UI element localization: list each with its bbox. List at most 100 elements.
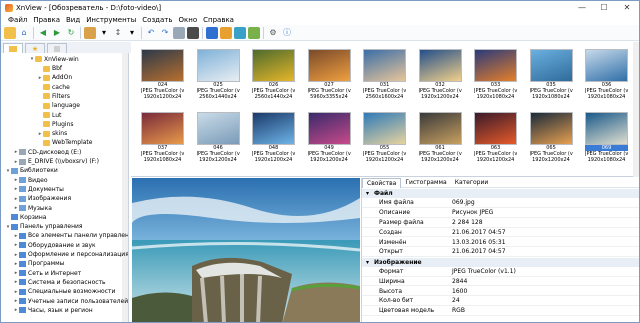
thumbnail-item[interactable]: 048JPEG TrueColor (v1.1)1920x1200x24 xyxy=(252,112,295,168)
forward-icon[interactable]: ▶ xyxy=(51,27,63,39)
tree-item[interactable]: ▾ XnView-win xyxy=(29,55,79,64)
minimize-button[interactable]: — xyxy=(571,1,593,14)
slideshow-icon[interactable] xyxy=(220,26,232,39)
tree-item[interactable]: ▸ Оформление и персонализация xyxy=(13,250,128,259)
property-row[interactable]: Открыт 21.06.2017 04:57 xyxy=(362,248,639,258)
property-row[interactable]: Размер файла 2 284 128 xyxy=(362,218,639,228)
tab-histogram[interactable]: Гистограмма xyxy=(401,178,450,188)
sort-icon[interactable]: ↕ xyxy=(112,27,124,39)
title-bar[interactable]: XnView - [Обозреватель - D:\foto-video\]… xyxy=(1,1,639,14)
thumbnail-item[interactable]: 063JPEG TrueColor (v1.1)1920x1200x24 xyxy=(474,112,517,168)
tree-item[interactable]: ▸ Специальные возможности xyxy=(13,288,116,297)
back-icon[interactable]: ◀ xyxy=(37,27,49,39)
menu-file[interactable]: Файл xyxy=(5,16,30,24)
thumbnail-item[interactable]: 037JPEG TrueColor (v1.1)1920x1080x24 xyxy=(141,112,184,168)
thumbnail-item[interactable]: 027JPEG TrueColor (v1.1)5960x3355x24 xyxy=(307,49,351,105)
thumbnail-item[interactable]: 036JPEG TrueColor (v1.1)1920x1080x24 xyxy=(585,49,628,105)
camera-icon[interactable] xyxy=(187,26,199,39)
tree-item[interactable]: ▸ Учетные записи пользователей xyxy=(13,297,128,306)
tree-item[interactable]: ▸ Все элементы панели управления xyxy=(13,232,128,241)
menu-create[interactable]: Создать xyxy=(139,16,175,24)
tree-item[interactable]: Bbf xyxy=(37,64,62,73)
property-row[interactable]: Ширина 2844 xyxy=(362,277,639,287)
tree-item[interactable]: Lut xyxy=(37,111,61,120)
property-row[interactable]: Кол-во бит 24 xyxy=(362,297,639,307)
thumbnail-item[interactable]: 049JPEG TrueColor (v1.1)1920x1200x24 xyxy=(307,112,351,168)
tree-item[interactable]: cache xyxy=(37,83,70,92)
gear-icon[interactable]: ⚙ xyxy=(267,27,279,39)
menu-window[interactable]: Окно xyxy=(176,16,201,24)
close-button[interactable]: ✕ xyxy=(615,1,639,14)
rotate-right-icon[interactable]: ↷ xyxy=(159,27,171,39)
menu-edit[interactable]: Правка xyxy=(30,16,63,24)
thumbnail-item[interactable]: 065JPEG TrueColor (v1.1)1920x1200x24 xyxy=(529,112,573,168)
print-icon[interactable] xyxy=(173,26,185,39)
folder-tree[interactable]: ▾ XnView-win Bbf ▸ AddOn cache Filters language… xyxy=(1,53,129,322)
tree-item[interactable]: Plugins xyxy=(37,120,74,129)
tree-item[interactable]: ▸ Сеть и Интернет xyxy=(13,269,81,278)
compare-icon[interactable] xyxy=(234,26,246,39)
save-icon[interactable] xyxy=(206,26,218,39)
tree-item[interactable]: Корзина xyxy=(5,213,46,222)
categories-tab[interactable] xyxy=(47,43,67,53)
folder-open-icon[interactable] xyxy=(4,26,16,39)
chevron-down-icon[interactable]: ▾ xyxy=(366,259,369,266)
tab-properties[interactable]: Свойства xyxy=(362,177,402,188)
thumbnail-item[interactable]: 055JPEG TrueColor (v1.1)1920x1200x24 xyxy=(363,112,406,168)
refresh-icon[interactable]: ↻ xyxy=(65,27,77,39)
tab-categories[interactable]: Категории xyxy=(451,178,493,188)
web-page-icon[interactable] xyxy=(248,26,260,39)
tree-item[interactable]: ▸ AddOn xyxy=(37,74,72,83)
folders-tab[interactable] xyxy=(3,43,23,53)
property-row[interactable]: Изменён 13.03.2016 05:31 xyxy=(362,238,639,248)
tree-item[interactable]: WebTemplate xyxy=(37,139,92,148)
thumbnail-scrollbar[interactable] xyxy=(633,42,639,177)
thumbnail-item[interactable]: 026JPEG TrueColor (v1.1)2560x1440x24 xyxy=(252,49,295,105)
tree-item[interactable]: ▾ Библиотеки xyxy=(5,167,58,176)
tree-item[interactable]: ▸ Программы xyxy=(13,260,65,269)
property-row[interactable]: Описание Рисунок JPEG xyxy=(362,209,639,218)
thumbnail-item[interactable]: 035JPEG TrueColor (v1.1)1920x1080x24 xyxy=(529,49,573,105)
image-preview[interactable] xyxy=(132,178,360,322)
tree-item[interactable]: ▸ Видео xyxy=(13,176,48,185)
properties-section[interactable]: ▾ Изображение xyxy=(362,257,639,267)
tree-item[interactable]: ▾ Панель управления xyxy=(5,222,83,231)
tree-item[interactable]: ▸ E_DRIVE (\\vboxsrv) (F:) xyxy=(13,157,99,166)
tree-item[interactable]: ▸ Часы, язык и регион xyxy=(13,306,93,315)
properties-section[interactable]: ▾ Файл xyxy=(362,189,639,199)
tree-scrollbar[interactable] xyxy=(122,53,128,322)
thumbnail-item[interactable]: 069JPEG TrueColor (v1.1)1920x1080x24 xyxy=(585,112,628,168)
chevron-down-icon[interactable]: ▾ xyxy=(366,190,369,197)
menu-tools[interactable]: Инструменты xyxy=(83,16,139,24)
thumbnail-item[interactable]: 025JPEG TrueColor (v1.1)2560x1440x24 xyxy=(196,49,240,105)
thumbnail-grid[interactable]: 024JPEG TrueColor (v1.1)1920x1200x24 025J… xyxy=(131,42,639,177)
thumbnail-item[interactable]: 032JPEG TrueColor (v1.1)1920x1200x24 xyxy=(418,49,462,105)
home-icon[interactable]: ⌂ xyxy=(18,27,30,39)
thumbnail-item[interactable]: 061JPEG TrueColor (v1.1)1920x1200x24 xyxy=(418,112,462,168)
favorites-tab[interactable]: ★ xyxy=(25,43,45,53)
thumbnail-item[interactable]: 024JPEG TrueColor (v1.1)1920x1200x24 xyxy=(141,49,184,105)
tree-item[interactable]: ▸ Документы xyxy=(13,185,64,194)
tree-item[interactable]: ▸ Изображения xyxy=(13,195,71,204)
menu-help[interactable]: Справка xyxy=(200,16,237,24)
property-row[interactable]: Цветовая модель RGB xyxy=(362,307,639,316)
tree-item[interactable]: Filters xyxy=(37,92,70,101)
thumbnail-item[interactable]: 031JPEG TrueColor (v1.1)2560x1600x24 xyxy=(363,49,406,105)
thumbnail-item[interactable]: 033JPEG TrueColor (v1.1)1920x1080x24 xyxy=(474,49,517,105)
chevron-down-icon[interactable]: ▾ xyxy=(98,27,110,39)
chevron-down-icon[interactable]: ▾ xyxy=(126,27,138,39)
info-icon[interactable]: ⓘ xyxy=(281,27,293,39)
tree-item[interactable]: language xyxy=(37,102,80,111)
tree-item[interactable]: ▸ Музыка xyxy=(13,204,52,213)
tree-item[interactable]: ▸ skins xyxy=(37,129,67,138)
property-row[interactable]: Имя файла 069.jpg xyxy=(362,199,639,209)
tree-item[interactable]: ▸ Система и безопасность xyxy=(13,278,106,287)
property-row[interactable]: Создан 21.06.2017 04:57 xyxy=(362,228,639,238)
tree-item[interactable]: ▸ Оборудование и звук xyxy=(13,241,96,250)
rotate-left-icon[interactable]: ↶ xyxy=(145,27,157,39)
view-mode-icon[interactable] xyxy=(84,26,96,39)
maximize-button[interactable]: ☐ xyxy=(593,1,615,14)
property-row[interactable]: Формат JPEG TrueColor (v1.1) xyxy=(362,267,639,277)
menu-view[interactable]: Вид xyxy=(63,16,83,24)
property-row[interactable]: Высота 1600 xyxy=(362,287,639,297)
